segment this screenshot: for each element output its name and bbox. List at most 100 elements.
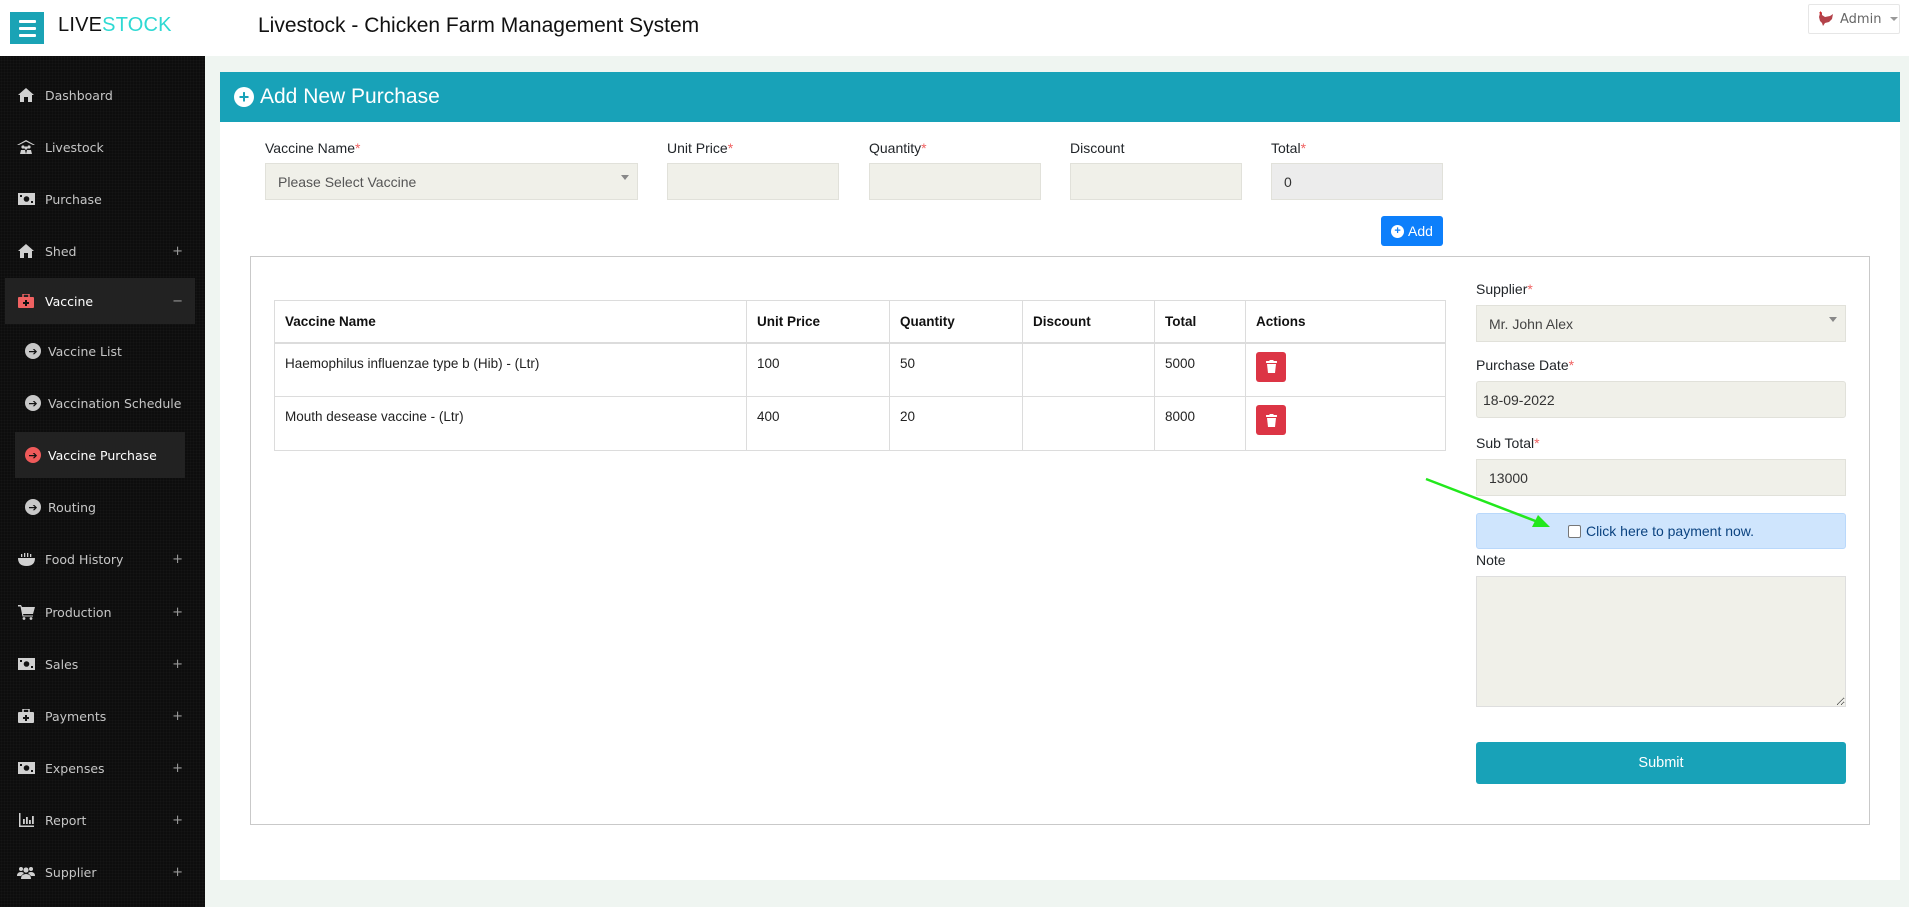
expand-icon[interactable]: + [172,865,183,880]
expand-icon[interactable]: + [172,657,183,672]
label-text: Purchase Date [1476,357,1569,373]
cell-unit-price: 400 [746,396,890,451]
sidebar-item-dashboard[interactable]: Dashboard [5,72,195,118]
menu-toggle-button[interactable] [10,12,44,44]
cell-actions [1245,396,1446,451]
medkit-icon [15,294,37,308]
sidebar-item-label: Supplier [45,864,97,880]
user-name: Admin [1840,11,1882,27]
col-unit-price: Unit Price [746,300,890,344]
sidebar-item-sales[interactable]: Sales + [5,641,195,687]
users-icon [15,866,37,879]
supplier-select[interactable]: Mr. John Alex [1476,305,1846,342]
sidebar-subitem-vaccination-schedule[interactable]: ➔ Vaccination Schedule [15,380,185,426]
label-text: Vaccine Name [265,140,356,156]
sidebar-item-food-history[interactable]: Food History + [5,536,195,582]
sidebar-item-purchase[interactable]: Purchase [5,176,195,222]
arrow-right-circle-icon: ➔ [25,395,41,411]
sub-total-input[interactable]: 13000 [1476,459,1846,496]
sidebar-item-label: Report [45,812,87,828]
cell-unit-price: 100 [746,342,890,397]
sidebar-subitem-label: Vaccination Schedule [48,395,182,411]
sidebar-subitem-routing[interactable]: ➔ Routing [15,484,185,530]
purchase-items-table: Vaccine Name Unit Price Quantity Discoun… [274,300,1446,451]
total-input[interactable]: 0 [1271,163,1443,200]
cell-quantity: 50 [889,342,1023,397]
cart-icon [15,604,37,620]
sidebar-item-label: Purchase [45,191,102,207]
required-mark: * [1534,435,1540,451]
expand-icon[interactable]: + [172,709,183,724]
expand-icon[interactable]: + [172,605,183,620]
sidebar-item-shed[interactable]: Shed + [5,228,195,274]
cell-actions [1245,342,1446,397]
required-mark: * [727,140,734,156]
sidebar-item-production[interactable]: Production + [5,589,195,635]
required-mark: * [921,140,927,156]
unit-price-label: Unit Price* [667,140,733,156]
card-header: + Add New Purchase [220,72,1900,122]
submit-button[interactable]: Submit [1476,742,1846,784]
total-label: Total* [1271,140,1306,156]
sidebar-subitem-label: Vaccine List [48,343,122,359]
col-total: Total [1154,300,1246,344]
delete-row-button[interactable] [1256,405,1286,435]
money-icon [15,762,37,774]
payment-now-checkbox[interactable] [1567,524,1581,538]
sidebar-item-label: Sales [45,656,79,672]
label-text: Quantity [869,140,922,156]
sidebar-item-label: Production [45,604,112,620]
payment-now-toggle[interactable]: Click here to payment now. [1476,513,1846,549]
quantity-label: Quantity* [869,140,927,156]
sidebar-item-label: Dashboard [45,87,113,103]
sidebar-item-label: Shed [45,243,77,259]
expand-icon[interactable]: + [172,813,183,828]
expand-icon[interactable]: + [172,244,183,259]
sidebar-item-vaccine[interactable]: Vaccine − [5,278,195,324]
label-text: Unit Price [667,140,728,156]
required-mark: * [355,140,361,156]
sidebar-subitem-label: Vaccine Purchase [48,447,157,463]
purchase-date-label: Purchase Date* [1476,357,1574,373]
sidebar-subitem-vaccine-purchase[interactable]: ➔ Vaccine Purchase [15,432,185,478]
note-textarea[interactable] [1476,576,1846,707]
purchase-date-input[interactable]: 18-09-2022 [1476,381,1846,418]
collapse-icon[interactable]: − [172,294,183,309]
supplier-label: Supplier* [1476,281,1533,297]
sidebar-subitem-label: Routing [48,499,96,515]
required-mark: * [1568,357,1575,373]
logo-text-stock: STOCK [102,14,172,36]
cell-discount [1022,342,1155,397]
quantity-input[interactable] [869,163,1041,200]
user-menu-button[interactable]: Admin [1808,4,1900,34]
sidebar-item-payments[interactable]: Payments + [5,693,195,739]
chevron-down-icon [1829,317,1837,322]
expand-icon[interactable]: + [172,761,183,776]
add-item-button[interactable]: + Add [1381,216,1443,246]
trash-icon [1265,360,1277,373]
table-header-row: Vaccine Name Unit Price Quantity Discoun… [274,300,1446,344]
unit-price-input[interactable] [667,163,839,200]
sidebar-item-supplier[interactable]: Supplier + [5,849,195,895]
sidebar-item-report[interactable]: Report + [5,797,195,843]
sidebar-item-label: Livestock [45,139,104,155]
expand-icon[interactable]: + [172,552,183,567]
sidebar-item-livestock[interactable]: Livestock [5,124,195,170]
plus-circle-icon: + [1391,224,1405,238]
app-logo[interactable]: LIVESTOCK [58,14,172,37]
hamburger-icon-line [18,33,36,37]
delete-row-button[interactable] [1256,351,1286,382]
label-text: Total [1271,140,1301,156]
vaccine-select-placeholder: Please Select Vaccine [278,173,417,190]
required-mark: * [1300,140,1307,156]
arrow-right-circle-icon: ➔ [25,343,41,359]
home-icon [15,244,37,258]
sidebar-subitem-vaccine-list[interactable]: ➔ Vaccine List [15,328,185,374]
sidebar-item-expenses[interactable]: Expenses + [5,745,195,791]
vaccine-name-select[interactable]: Please Select Vaccine [265,163,638,200]
table-row: Haemophilus influenzae type b (Hib) - (L… [274,342,1446,397]
col-actions: Actions [1245,300,1446,344]
discount-input[interactable] [1070,163,1242,200]
sidebar-item-label: Food History [45,551,124,567]
sidebar-item-label: Payments [45,708,107,724]
